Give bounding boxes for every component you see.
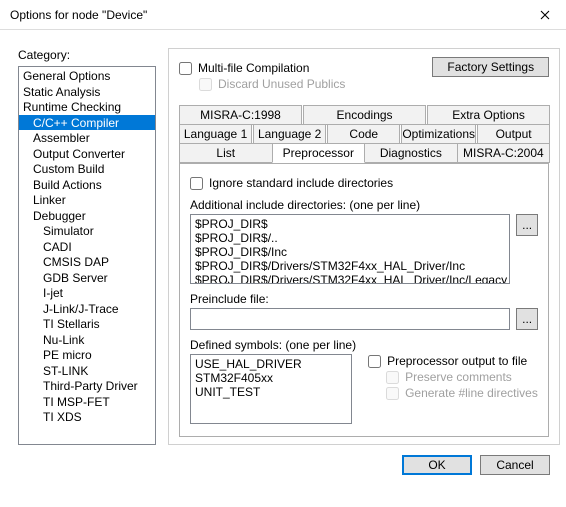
category-item[interactable]: TI XDS <box>19 409 155 425</box>
defined-symbol-line: STM32F405xx <box>195 371 349 385</box>
discard-unused-checkbox: Discard Unused Publics <box>199 77 549 91</box>
additional-include-label: Additional include directories: (one per… <box>190 198 538 212</box>
additional-include-textarea[interactable]: $PROJ_DIR$$PROJ_DIR$/..$PROJ_DIR$/Inc$PR… <box>190 214 510 284</box>
options-panel: Factory Settings Multi-file Compilation … <box>168 48 560 445</box>
defined-symbol-line: USE_HAL_DRIVER <box>195 357 349 371</box>
generate-line-dir-checkbox: Generate #line directives <box>386 386 538 400</box>
tab-code[interactable]: Code <box>327 124 400 144</box>
category-item[interactable]: Static Analysis <box>19 84 155 100</box>
category-item[interactable]: Assembler <box>19 130 155 146</box>
tabs: MISRA-C:1998EncodingsExtra Options Langu… <box>179 105 549 437</box>
category-item[interactable]: Third-Party Driver <box>19 378 155 394</box>
preserve-comments-input <box>386 371 399 384</box>
tab-row-3: ListPreprocessorDiagnosticsMISRA-C:2004 <box>179 143 549 164</box>
category-item[interactable]: Build Actions <box>19 177 155 193</box>
category-label: Category: <box>18 48 156 62</box>
tab-language-1[interactable]: Language 1 <box>179 124 252 144</box>
multifile-compilation-label: Multi-file Compilation <box>198 61 309 75</box>
defined-symbols-label: Defined symbols: (one per line) <box>190 338 356 352</box>
defined-symbols-textarea[interactable]: USE_HAL_DRIVERSTM32F405xxUNIT_TEST <box>190 354 352 424</box>
category-item[interactable]: Debugger <box>19 208 155 224</box>
category-item[interactable]: TI Stellaris <box>19 316 155 332</box>
category-item[interactable]: Simulator <box>19 223 155 239</box>
ignore-std-include-input[interactable] <box>190 177 203 190</box>
tab-misra-c-2004[interactable]: MISRA-C:2004 <box>457 143 551 163</box>
ok-button[interactable]: OK <box>402 455 472 475</box>
pp-output-to-file-input[interactable] <box>368 355 381 368</box>
category-item[interactable]: PE micro <box>19 347 155 363</box>
category-item[interactable]: Runtime Checking <box>19 99 155 115</box>
category-item[interactable]: Linker <box>19 192 155 208</box>
ignore-std-include-label: Ignore standard include directories <box>209 176 393 190</box>
preserve-comments-checkbox: Preserve comments <box>386 370 538 384</box>
factory-settings-button[interactable]: Factory Settings <box>432 57 549 77</box>
additional-include-browse-button[interactable]: ... <box>516 214 538 236</box>
tab-encodings[interactable]: Encodings <box>303 105 426 125</box>
titlebar: Options for node "Device" <box>0 0 566 30</box>
tab-panel-preprocessor: Ignore standard include directories Addi… <box>179 164 549 437</box>
include-dir-line: $PROJ_DIR$/Drivers/STM32F4xx_HAL_Driver/… <box>195 273 507 284</box>
preserve-comments-label: Preserve comments <box>405 370 512 384</box>
close-button[interactable] <box>524 0 566 30</box>
category-item[interactable]: CADI <box>19 239 155 255</box>
dialog-body: Category: General OptionsStatic Analysis… <box>0 30 566 483</box>
category-list[interactable]: General OptionsStatic AnalysisRuntime Ch… <box>18 66 156 445</box>
defined-symbol-line: UNIT_TEST <box>195 385 349 399</box>
category-item[interactable]: I-jet <box>19 285 155 301</box>
tab-diagnostics[interactable]: Diagnostics <box>364 143 458 163</box>
dialog-buttons: OK Cancel <box>18 455 554 475</box>
cancel-button[interactable]: Cancel <box>480 455 550 475</box>
tab-row-1: MISRA-C:1998EncodingsExtra Options <box>179 105 549 125</box>
tab-list[interactable]: List <box>179 143 273 163</box>
pp-output-to-file-label: Preprocessor output to file <box>387 354 527 368</box>
discard-unused-label: Discard Unused Publics <box>218 77 345 91</box>
tab-row-2: Language 1Language 2CodeOptimizationsOut… <box>179 124 549 144</box>
category-item[interactable]: GDB Server <box>19 270 155 286</box>
tab-output[interactable]: Output <box>477 124 550 144</box>
category-item[interactable]: TI MSP-FET <box>19 394 155 410</box>
multifile-compilation-input[interactable] <box>179 62 192 75</box>
tab-language-2[interactable]: Language 2 <box>253 124 326 144</box>
tab-extra-options[interactable]: Extra Options <box>427 105 550 125</box>
generate-line-dir-label: Generate #line directives <box>405 386 538 400</box>
preinclude-input[interactable] <box>190 308 510 330</box>
include-dir-line: $PROJ_DIR$/Inc <box>195 245 507 259</box>
tab-misra-c-1998[interactable]: MISRA-C:1998 <box>179 105 302 125</box>
category-item[interactable]: CMSIS DAP <box>19 254 155 270</box>
ignore-std-include-checkbox[interactable]: Ignore standard include directories <box>190 176 538 190</box>
include-dir-line: $PROJ_DIR$/.. <box>195 231 507 245</box>
category-item[interactable]: Output Converter <box>19 146 155 162</box>
category-item[interactable]: ST-LINK <box>19 363 155 379</box>
close-icon <box>540 10 550 20</box>
category-item[interactable]: General Options <box>19 68 155 84</box>
category-item[interactable]: Nu-Link <box>19 332 155 348</box>
tab-optimizations[interactable]: Optimizations <box>401 124 476 144</box>
preinclude-label: Preinclude file: <box>190 292 538 306</box>
category-column: Category: General OptionsStatic Analysis… <box>18 48 156 445</box>
category-item[interactable]: C/C++ Compiler <box>19 115 155 131</box>
tab-preprocessor[interactable]: Preprocessor <box>272 143 366 163</box>
generate-line-dir-input <box>386 387 399 400</box>
pp-output-to-file-checkbox[interactable]: Preprocessor output to file <box>368 354 538 368</box>
discard-unused-input <box>199 78 212 91</box>
category-item[interactable]: Custom Build <box>19 161 155 177</box>
category-item[interactable]: J-Link/J-Trace <box>19 301 155 317</box>
include-dir-line: $PROJ_DIR$ <box>195 217 507 231</box>
preinclude-browse-button[interactable]: ... <box>516 308 538 330</box>
window-title: Options for node "Device" <box>10 8 524 22</box>
include-dir-line: $PROJ_DIR$/Drivers/STM32F4xx_HAL_Driver/… <box>195 259 507 273</box>
